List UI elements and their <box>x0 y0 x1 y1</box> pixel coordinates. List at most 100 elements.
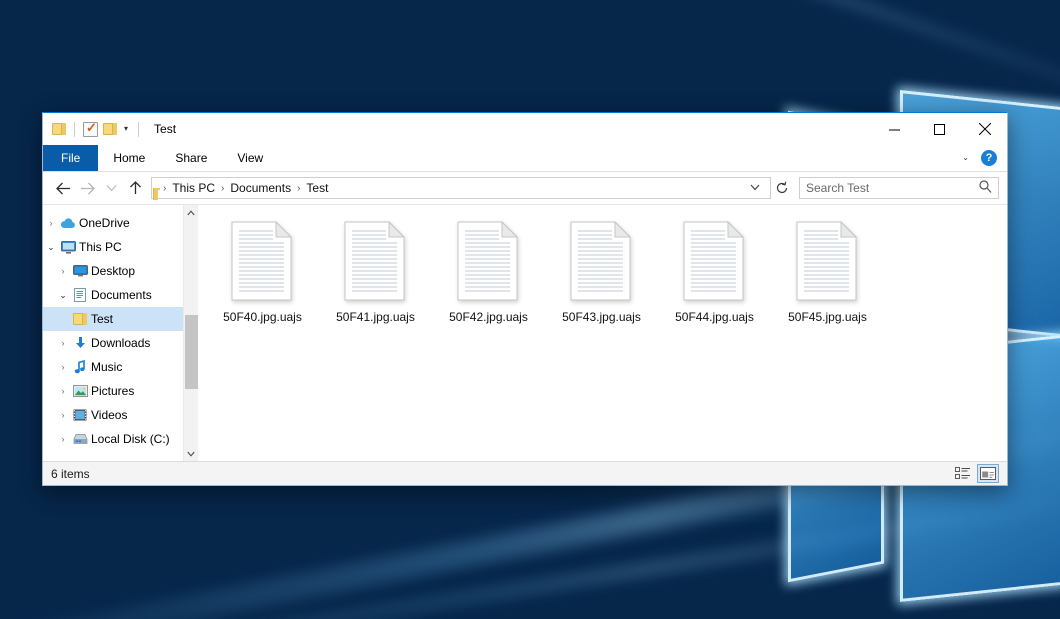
file-list-pane[interactable]: 50F40.jpg.uajs <box>198 205 1007 461</box>
file-name: 50F43.jpg.uajs <box>562 310 641 324</box>
status-bar: 6 items <box>43 461 1007 485</box>
sidebar-item-onedrive[interactable]: › OneDrive <box>43 211 183 235</box>
chevron-down-icon[interactable] <box>744 183 766 193</box>
sidebar-item-label: Documents <box>89 288 152 302</box>
maximize-button[interactable] <box>917 113 962 145</box>
tab-share[interactable]: Share <box>160 145 222 171</box>
file-item[interactable]: 50F45.jpg.uajs <box>771 219 884 324</box>
refresh-button[interactable] <box>771 177 793 199</box>
recent-locations-button[interactable] <box>99 176 123 200</box>
sidebar-item-label: OneDrive <box>77 216 130 230</box>
sidebar-item-label: This PC <box>77 240 122 254</box>
breadcrumb-item-documents[interactable]: Documents <box>225 181 296 195</box>
navigation-pane-scrollbar[interactable] <box>183 205 198 461</box>
ribbon-tab-bar: File Home Share View ⌄ ? <box>43 145 1007 172</box>
sidebar-item-label: Downloads <box>89 336 150 350</box>
checkbox-checked-icon[interactable] <box>83 122 98 137</box>
download-icon <box>71 336 89 350</box>
large-icons-view-icon[interactable] <box>977 464 999 483</box>
chevron-down-icon[interactable]: ▾ <box>122 125 130 133</box>
sidebar-item-label: Local Disk (C:) <box>89 432 170 446</box>
item-count: 6 items <box>51 467 90 481</box>
address-bar: › This PC › Documents › Test Search Test <box>43 172 1007 204</box>
folder-icon[interactable] <box>52 123 66 135</box>
sidebar-item-documents[interactable]: ⌄ Documents <box>43 283 183 307</box>
sidebar-item-this-pc[interactable]: ⌄ This PC <box>43 235 183 259</box>
videos-icon <box>71 409 89 421</box>
cloud-icon <box>59 218 77 229</box>
file-name: 50F40.jpg.uajs <box>223 310 302 324</box>
chevron-right-icon[interactable]: › <box>55 338 71 348</box>
sidebar-item-label: Videos <box>89 408 127 422</box>
document-icon <box>71 288 89 302</box>
breadcrumb[interactable]: › This PC › Documents › Test <box>151 177 771 199</box>
sidebar-item-downloads[interactable]: › Downloads <box>43 331 183 355</box>
details-view-icon[interactable] <box>952 464 974 483</box>
up-button[interactable] <box>123 176 147 200</box>
sidebar-item-label: Pictures <box>89 384 134 398</box>
divider <box>138 122 139 137</box>
monitor-icon <box>59 241 77 254</box>
scroll-down-icon[interactable] <box>184 446 199 461</box>
breadcrumb-item-this-pc[interactable]: This PC <box>167 181 220 195</box>
scroll-up-icon[interactable] <box>184 205 199 220</box>
forward-button[interactable] <box>75 176 99 200</box>
sidebar-item-test[interactable]: Test <box>43 307 183 331</box>
music-icon <box>71 360 89 374</box>
scrollbar-track[interactable] <box>184 220 199 446</box>
quick-access-toolbar: ▾ Test <box>43 122 176 137</box>
window-body: › OneDrive ⌄ This PC › Desktop <box>43 204 1007 461</box>
chevron-right-icon[interactable]: › <box>55 410 71 420</box>
chevron-right-icon[interactable]: › <box>55 386 71 396</box>
breadcrumb-item-test[interactable]: Test <box>301 181 333 195</box>
minimize-button[interactable] <box>872 113 917 145</box>
tab-home[interactable]: Home <box>98 145 160 171</box>
file-explorer-window: ▾ Test File Home Share View ⌄ ? <box>42 112 1008 486</box>
file-name: 50F41.jpg.uajs <box>336 310 415 324</box>
chevron-down-icon[interactable]: ⌄ <box>960 154 971 162</box>
generic-document-icon <box>457 221 521 301</box>
window-controls <box>872 113 1007 145</box>
close-button[interactable] <box>962 113 1007 145</box>
back-button[interactable] <box>51 176 75 200</box>
file-item[interactable]: 50F40.jpg.uajs <box>206 219 319 324</box>
folder-icon <box>71 313 89 325</box>
chevron-down-icon[interactable]: ⌄ <box>43 242 59 253</box>
tab-file[interactable]: File <box>43 145 98 171</box>
tab-view[interactable]: View <box>222 145 278 171</box>
ribbon-right-controls: ⌄ ? <box>960 145 1007 171</box>
sidebar-item-videos[interactable]: › Videos <box>43 403 183 427</box>
file-grid: 50F40.jpg.uajs <box>198 205 1007 324</box>
sidebar-item-pictures[interactable]: › Pictures <box>43 379 183 403</box>
generic-document-icon <box>231 221 295 301</box>
chevron-right-icon[interactable]: › <box>55 434 71 444</box>
ribbon-spacer <box>278 145 960 171</box>
sidebar-item-local-disk-c[interactable]: › Local Disk (C:) <box>43 427 183 451</box>
search-placeholder: Search Test <box>806 181 979 195</box>
chevron-right-icon[interactable]: › <box>55 266 71 276</box>
folder-icon-2[interactable] <box>103 123 117 135</box>
chevron-down-icon[interactable]: ⌄ <box>55 290 71 301</box>
chevron-right-icon[interactable]: › <box>55 362 71 372</box>
file-item[interactable]: 50F42.jpg.uajs <box>432 219 545 324</box>
title-bar: ▾ Test <box>43 113 1007 145</box>
sidebar-item-music[interactable]: › Music <box>43 355 183 379</box>
file-name: 50F45.jpg.uajs <box>788 310 867 324</box>
sidebar-item-label: Desktop <box>89 264 135 278</box>
divider <box>74 122 75 137</box>
search-input[interactable]: Search Test <box>799 177 999 199</box>
view-mode-buttons <box>952 464 999 483</box>
sidebar-item-label: Music <box>89 360 122 374</box>
file-item[interactable]: 50F41.jpg.uajs <box>319 219 432 324</box>
file-name: 50F44.jpg.uajs <box>675 310 754 324</box>
desktop-icon <box>71 265 89 277</box>
chevron-right-icon[interactable]: › <box>43 218 59 228</box>
search-icon[interactable] <box>979 180 992 196</box>
file-item[interactable]: 50F44.jpg.uajs <box>658 219 771 324</box>
scrollbar-thumb[interactable] <box>185 315 198 390</box>
generic-document-icon <box>344 221 408 301</box>
sidebar-item-desktop[interactable]: › Desktop <box>43 259 183 283</box>
file-name: 50F42.jpg.uajs <box>449 310 528 324</box>
help-icon[interactable]: ? <box>981 150 997 166</box>
file-item[interactable]: 50F43.jpg.uajs <box>545 219 658 324</box>
